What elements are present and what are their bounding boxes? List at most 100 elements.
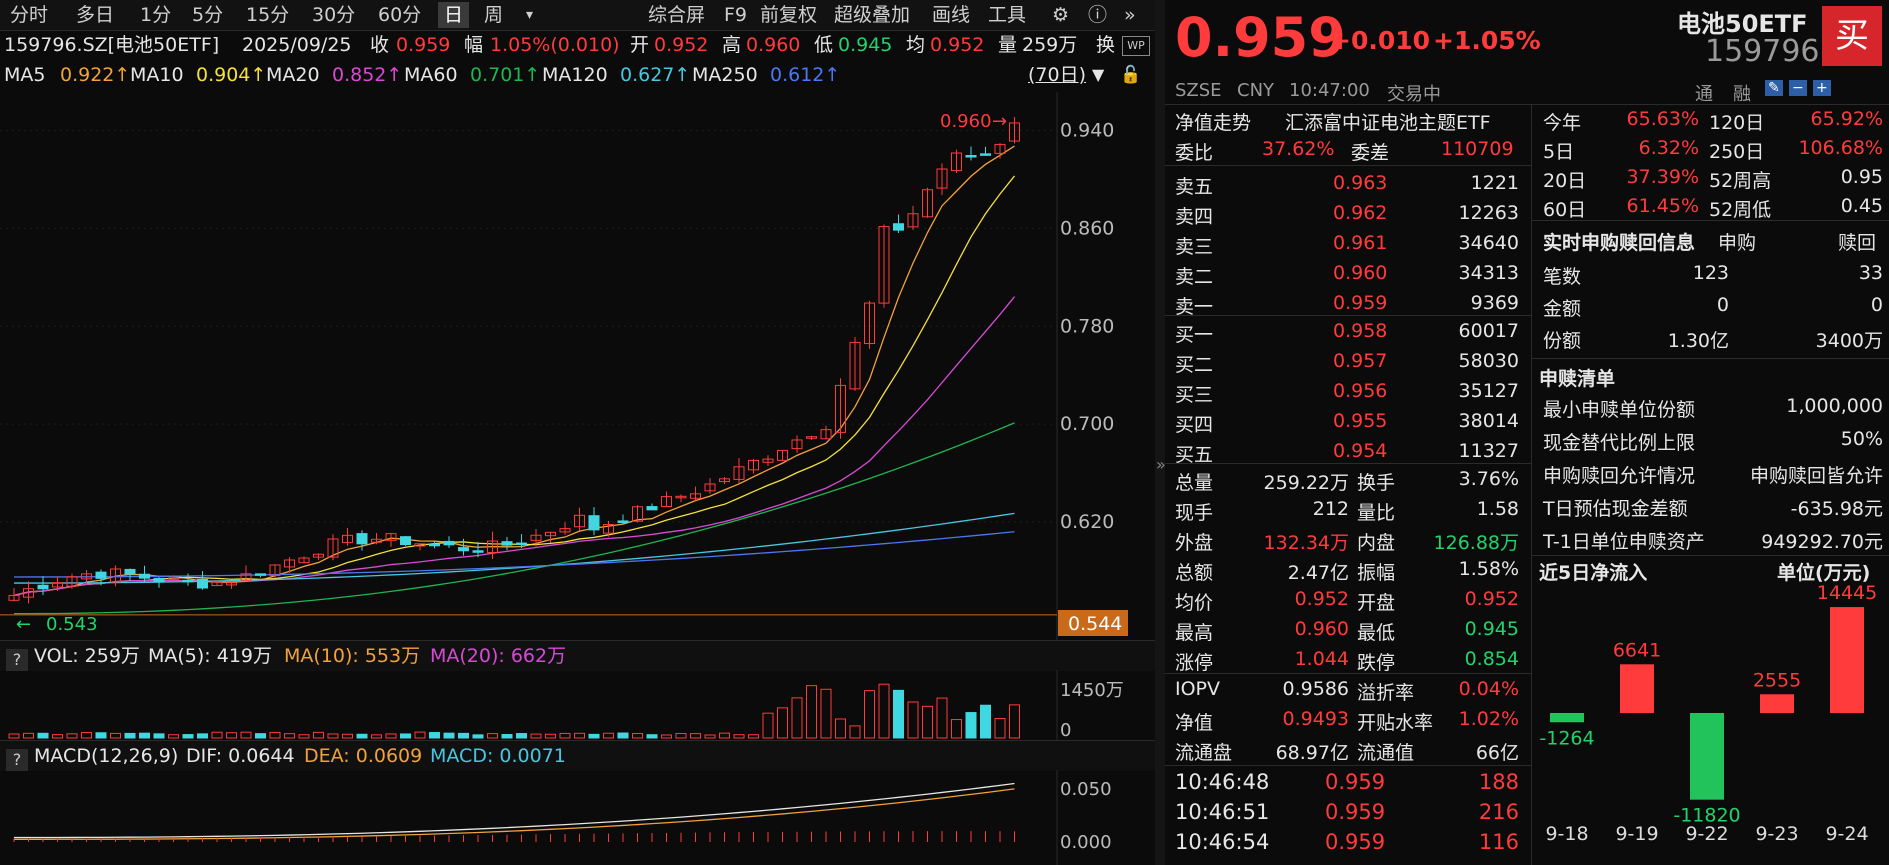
volume-tick-zero: 0 [1060,720,1071,740]
ask-price[interactable]: 0.961 [1333,232,1387,254]
tab-1min[interactable]: 1分 [134,2,177,28]
netflow-unit: 单位(万元) [1777,562,1871,584]
netflow-bar [1690,713,1724,800]
f9-button[interactable]: F9 [718,2,753,28]
perf-value: 106.68% [1798,137,1883,159]
bid-price[interactable]: 0.958 [1333,320,1387,342]
volume-chart[interactable]: 1450万 0 [0,670,1155,740]
nav-trend-link[interactable]: 净值走势 [1175,108,1251,135]
perf-value: 0.95 [1840,166,1883,188]
volume-bar [255,733,266,739]
macd-dif-line [13,782,1015,839]
etf-stat-label: 流通值 [1357,742,1415,764]
ask-price[interactable]: 0.960 [1333,262,1387,284]
candle-body [255,573,266,576]
tab-15min[interactable]: 15分 [240,2,295,28]
creation-list-label: 现金替代比例上限 [1543,432,1696,454]
volume-bar [632,733,643,739]
volume-bar [313,731,324,739]
turnover-label: 换 [1096,34,1116,56]
stat-value: 1.58 [1476,498,1519,520]
draw-line-button[interactable]: 画线 [926,2,976,28]
buy-button[interactable]: 买 [1822,6,1882,66]
stat-value: 126.88万 [1433,532,1519,554]
volume-bar [980,704,991,739]
expand-icon[interactable]: » [1118,2,1142,28]
macd-chart[interactable]: 0.050 0.000 [0,770,1155,865]
tab-daily[interactable]: 日 [438,2,470,28]
volume-bar [820,688,832,739]
avg-label: 均 [906,34,926,56]
more-periods-icon[interactable]: ▾ [520,2,539,28]
lock-icon[interactable]: 🔓 [1120,60,1141,90]
remove-icon[interactable]: − [1789,80,1807,96]
composite-screen-button[interactable]: 综合屏 [642,2,711,28]
super-overlay-button[interactable]: 超级叠加 [828,2,916,28]
netflow-value-label: 6641 [1613,639,1661,661]
panel-splitter[interactable] [1155,0,1165,865]
macd-tick-zero: 0.000 [1060,832,1112,853]
stat-value: 1.58% [1458,558,1519,580]
add-watchlist-icon[interactable]: + [1813,80,1831,96]
volume-bar [777,707,788,739]
ask-volume: 12263 [1458,202,1519,224]
bid-level-label: 买四 [1175,414,1214,436]
candle-body [646,506,658,511]
macd-header: ? MACD(12,26,9) DIF: 0.0644 DEA: 0.0609 … [0,740,1155,771]
close-label: 收 [370,34,390,56]
ma10-value: 0.904↑ [196,64,267,86]
volume-bar [936,697,948,739]
forward-adjust-button[interactable]: 前复权 [754,2,823,28]
bid-level-label: 买一 [1175,324,1214,346]
perf-value: 6.32% [1638,137,1699,159]
tab-30min[interactable]: 30分 [306,2,361,28]
tab-weekly[interactable]: 周 [478,2,509,28]
edit-icon[interactable]: ✎ [1765,80,1783,96]
last-price: 0.959 [1175,6,1346,69]
volume-tick-max: 1450万 [1060,680,1124,701]
volume-bar [472,734,484,739]
help-icon[interactable]: ⓘ [1082,2,1113,28]
bid-price[interactable]: 0.957 [1333,350,1387,372]
tab-intraday[interactable]: 分时 [4,2,54,28]
candlestick-chart[interactable]: 0.940 0.860 0.780 0.700 0.620 0.960 → ← 0.54… [0,92,1155,640]
tab-5min[interactable]: 5分 [186,2,229,28]
volume-bar [501,734,513,739]
bid-price[interactable]: 0.955 [1333,410,1387,432]
perf-label: 5日 [1543,141,1575,163]
volume-bar [197,733,208,739]
bid-price[interactable]: 0.956 [1333,380,1387,402]
subscribe-value: 1.30亿 [1667,330,1729,352]
ask-price[interactable]: 0.963 [1333,172,1387,194]
tab-multi-day[interactable]: 多日 [70,2,120,28]
ask-volume: 34640 [1458,232,1519,254]
ma10-label: MA10 [130,64,184,86]
high-label: 高 [722,34,742,56]
candle-body [37,584,49,590]
period-dropdown-icon[interactable]: ▼ [1092,60,1104,90]
subscribe-col-subscribe: 申购 [1718,232,1757,254]
stat-value: 1.044 [1294,648,1349,670]
period-high-label: 0.960 [940,111,992,132]
netflow-title: 近5日净流入 [1539,562,1648,584]
stat-label: 外盘 [1175,532,1214,554]
bid-volume: 58030 [1458,350,1519,372]
bid-price[interactable]: 0.954 [1333,440,1387,462]
perf-label: 52周高 [1709,170,1772,192]
ask-price[interactable]: 0.959 [1333,292,1387,314]
settings-icon[interactable]: ⚙ [1046,2,1075,28]
volume-bar [791,697,803,739]
tab-60min[interactable]: 60分 [372,2,427,28]
ask-price[interactable]: 0.962 [1333,202,1387,224]
volume-ma10: MA(10): 553万 [284,645,421,667]
change-label: 幅 [464,34,484,56]
netflow-bar-chart: -12649-1866419-19-118209-2225559-2314445… [1539,585,1877,845]
macd-help-icon[interactable]: ? [6,749,28,771]
tools-button[interactable]: 工具 [982,2,1032,28]
perf-value: 65.92% [1810,108,1883,130]
wp-icon[interactable]: WP [1122,36,1150,56]
period-selector[interactable]: (70日) [1028,60,1086,90]
volume-bar [748,734,759,739]
volume-bar [458,732,469,739]
volume-help-icon[interactable]: ? [6,649,28,671]
